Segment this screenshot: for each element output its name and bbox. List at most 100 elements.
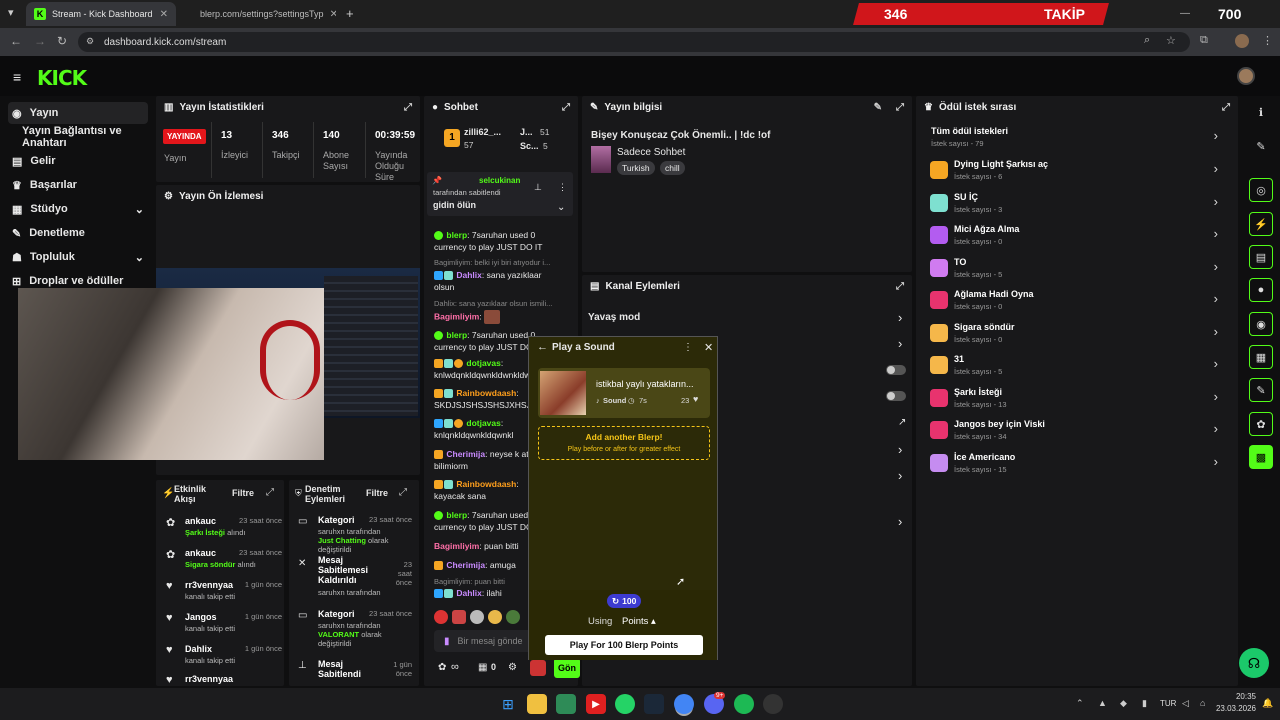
volume-icon[interactable]: ◁ [1182,698,1189,709]
back-arrow-icon[interactable]: ← [537,341,548,353]
toggle-switch[interactable] [886,391,906,401]
chat-username[interactable]: Rainbowdaash [456,388,516,398]
play-sound-button[interactable]: Play For 100 Blerp Points [545,635,703,655]
back-icon[interactable]: ← [10,34,22,48]
emote-icon[interactable] [470,610,484,624]
reward-item[interactable]: İce Americano İstek sayısı - 15 › [928,450,1228,482]
sidebar-item-yayin[interactable]: ◉ Yayın [8,102,148,124]
close-icon[interactable]: ✕ [160,9,168,20]
pin-toggle-icon[interactable]: ⊥ [534,182,542,193]
edit-icon[interactable]: ✎ [1249,134,1273,158]
user-avatar[interactable] [1237,67,1255,85]
sidebar-item-gelir[interactable]: ▤ Gelir [8,150,148,172]
chat-username[interactable]: blerp [446,330,467,340]
address-bar[interactable]: dashboard.kick.com/stream [78,32,1190,52]
reward-item[interactable]: SU İÇ İstek sayısı - 3 › [928,190,1228,222]
sidebar-item-studyo[interactable]: ▦ Stüdyo ⌄ [8,198,148,220]
tab-blerp[interactable]: blerp.com/settings?settingsTyp ✕ [186,2,336,26]
reward-item[interactable]: Şarkı İsteği İstek sayısı - 13 › [928,385,1228,417]
chrome-icon[interactable] [674,694,694,714]
file-explorer-icon[interactable] [527,694,547,714]
tray-discord-icon[interactable]: ◆ [1120,698,1127,709]
spotify-icon[interactable] [734,694,754,714]
expand-icon[interactable]: ⤢ [399,487,407,498]
sidebar-item-stream-key[interactable]: Yayın Bağlantısı ve Anahtarı [18,125,152,149]
reward-item-all[interactable]: Tüm ödül istekleri İstek sayısı - 79 › [928,124,1228,156]
lightning-icon[interactable]: ⚡ [1249,212,1273,236]
new-tab-icon[interactable]: + [346,6,354,21]
settings-gear-icon[interactable]: ⚙ [508,662,517,673]
chat-username[interactable]: Dahlix [456,588,482,598]
chat-username[interactable]: blerp [446,510,467,520]
keyboard-language[interactable]: TUR [1160,699,1176,708]
chat-username[interactable]: blerp [446,230,467,240]
chat-username[interactable]: dotjavas [466,358,501,368]
chevron-right-icon[interactable]: › [898,310,902,325]
emote-icon[interactable] [506,610,520,624]
reward-item[interactable]: TO İstek sayısı - 5 › [928,255,1228,287]
emote-quick-bar[interactable] [434,610,526,624]
blerp-button-icon[interactable] [530,660,546,676]
reward-item[interactable]: 31 İstek sayısı - 5 › [928,352,1228,384]
chevron-right-icon[interactable]: › [898,514,902,529]
broadcast-icon[interactable]: ◉ [1249,312,1273,336]
clock-time[interactable]: 20:35 [1226,692,1256,701]
toggle-switch[interactable] [886,365,906,375]
expand-icon[interactable]: ⤢ [562,102,570,113]
document-icon[interactable]: ▤ [1249,245,1273,269]
points-icon[interactable]: ✿ [438,662,446,673]
expand-icon[interactable]: ⤢ [266,487,274,498]
kick-logo[interactable]: KICK [37,66,87,90]
wrench-icon[interactable]: ✎ [1249,378,1273,402]
mic-icon[interactable]: ▮ [444,636,450,647]
network-icon[interactable]: ⌂ [1200,698,1205,708]
hamburger-icon[interactable]: ≡ [13,69,21,85]
expand-icon[interactable]: ⤢ [1222,102,1230,113]
slow-mode-label[interactable]: Yavaş mod [588,312,640,323]
info-icon[interactable]: ℹ [1249,100,1273,124]
steam-icon[interactable] [644,694,664,714]
gallery-icon[interactable]: ◎ [1249,178,1273,202]
chat-bubble-icon[interactable]: ● [1249,278,1273,302]
bookmark-star-icon[interactable]: ☆ [1166,34,1176,47]
chat-username[interactable]: dotjavas [466,418,501,428]
minimize-icon[interactable]: — [1180,8,1190,19]
currency-select[interactable]: Points ▴ [622,616,656,627]
category-thumbnail[interactable] [591,146,611,173]
whatsapp-icon[interactable] [615,694,635,714]
reward-item[interactable]: Mici Ağza Alma İstek sayısı - 0 › [928,222,1228,254]
sidebar-item-denetleme[interactable]: ✎ Denetleme [8,222,148,244]
send-button[interactable]: Gön [554,658,580,678]
sidebar-item-basarilar[interactable]: ♛ Başarılar [8,174,148,196]
chevron-right-icon[interactable]: › [898,336,902,351]
category-name[interactable]: Sadece Sohbet [617,147,685,158]
tray-app-icon[interactable]: ▲ [1098,698,1107,708]
edit-icon[interactable]: ✎ [874,102,882,113]
emote-icon[interactable] [434,610,448,624]
chat-username[interactable]: Dahlix [456,270,482,280]
youtube-icon[interactable]: ▶ [586,694,606,714]
more-icon[interactable]: ⋮ [558,182,567,193]
windows-start-icon[interactable]: ⊞ [498,694,518,714]
reward-item[interactable]: Jangos bey için Viski İstek sayısı - 34 › [928,417,1228,449]
close-icon[interactable]: ✕ [704,341,713,354]
menu-kebab-icon[interactable]: ⋮ [1262,34,1273,47]
tray-chevron-icon[interactable]: ⌃ [1076,698,1084,709]
activity-filter[interactable]: Filtre [232,488,254,498]
list-icon[interactable]: ▦ [1249,345,1273,369]
chat-username[interactable]: Cherimija [446,449,485,459]
tab-search-icon[interactable]: ▾ [8,6,14,19]
chevron-right-icon[interactable]: › [898,442,902,457]
emote-icon[interactable] [452,610,466,624]
forward-icon[interactable]: → [34,34,46,48]
expand-icon[interactable]: ⤢ [404,102,412,113]
obs-icon[interactable] [763,694,783,714]
reward-item[interactable]: Ağlama Hadi Oyna İstek sayısı - 0 › [928,287,1228,319]
moderation-filter[interactable]: Filtre [366,488,388,498]
store-icon[interactable] [556,694,576,714]
chevron-right-icon[interactable]: › [898,468,902,483]
chat-username[interactable]: Bagimliyim [434,541,479,551]
reload-icon[interactable]: ↻ [57,34,67,48]
zoom-icon[interactable]: ⌕ [1144,34,1150,47]
reward-item[interactable]: Dying Light Şarkısı aç İstek sayısı - 6 › [928,157,1228,189]
